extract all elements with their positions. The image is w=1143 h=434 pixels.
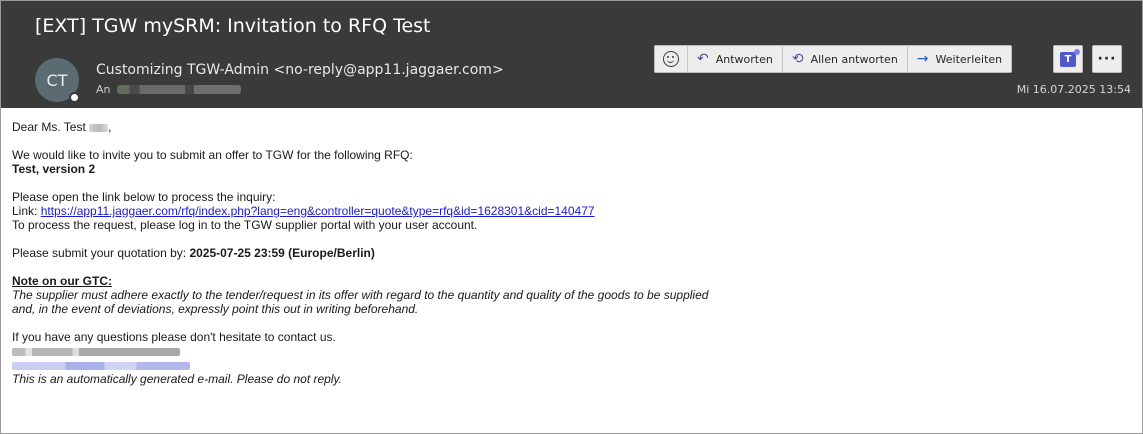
deadline-line: Please submit your quotation by: 2025-07… bbox=[12, 246, 1132, 260]
link-line: Link: https://app11.jaggaer.com/rfq/inde… bbox=[12, 204, 1132, 218]
gtc-line-1: The supplier must adhere exactly to the … bbox=[12, 288, 709, 302]
react-button[interactable] bbox=[655, 46, 687, 72]
reply-button[interactable]: ↶ Antworten bbox=[687, 46, 782, 72]
reply-all-icon: ⟲ bbox=[791, 51, 804, 67]
greeting-line: Dear Ms. Test , bbox=[12, 120, 1132, 134]
gtc-heading: Note on our GTC: bbox=[12, 274, 112, 288]
link-label: Link: bbox=[12, 204, 41, 218]
rfq-link[interactable]: https://app11.jaggaer.com/rfq/index.php?… bbox=[41, 204, 595, 218]
open-link-line: Please open the link below to process th… bbox=[12, 190, 276, 204]
received-date: Mi 16.07.2025 13:54 bbox=[1016, 83, 1131, 96]
signature-email-redacted[interactable] bbox=[12, 361, 190, 370]
recipient-label: An bbox=[96, 83, 111, 96]
questions-line: If you have any questions please don't h… bbox=[12, 330, 336, 344]
invite-line: We would like to invite you to submit an… bbox=[12, 148, 413, 162]
forward-label: Weiterleiten bbox=[935, 52, 1003, 66]
submit-prefix: Please submit your quotation by: bbox=[12, 246, 190, 260]
presence-status-icon bbox=[69, 92, 80, 103]
greeting-comma: , bbox=[108, 120, 112, 134]
more-actions-button[interactable]: ··· bbox=[1092, 45, 1122, 73]
greeting-text: Dear Ms. Test bbox=[12, 120, 86, 134]
email-reading-pane: [EXT] TGW mySRM: Invitation to RFQ Test … bbox=[0, 0, 1143, 434]
login-line: To process the request, please log in to… bbox=[12, 218, 478, 232]
email-body: Dear Ms. Test , We would like to invite … bbox=[12, 120, 1132, 386]
forward-button[interactable]: → Weiterleiten bbox=[906, 46, 1011, 72]
message-actions-toolbar: ↶ Antworten ⟲ Allen antworten → Weiterle… bbox=[654, 45, 1013, 73]
deadline-value: 2025-07-25 23:59 (Europe/Berlin) bbox=[189, 246, 375, 260]
reply-all-button[interactable]: ⟲ Allen antworten bbox=[781, 46, 907, 72]
invite-paragraph: We would like to invite you to submit an… bbox=[12, 148, 1132, 176]
reply-label: Antworten bbox=[715, 52, 773, 66]
teams-icon: T bbox=[1060, 48, 1080, 67]
recipient-redacted[interactable] bbox=[117, 85, 241, 94]
teams-button[interactable]: T bbox=[1053, 45, 1083, 73]
signature-email-line bbox=[12, 358, 1132, 372]
signature-name-line bbox=[12, 344, 1132, 358]
sender-address[interactable]: Customizing TGW-Admin <no-reply@app11.ja… bbox=[96, 62, 504, 78]
more-icon: ··· bbox=[1097, 51, 1117, 67]
auto-generated-notice: This is an automatically generated e-mai… bbox=[12, 372, 342, 386]
signature-name-redacted bbox=[12, 347, 180, 356]
email-subject: [EXT] TGW mySRM: Invitation to RFQ Test bbox=[35, 15, 431, 37]
smiley-icon bbox=[663, 51, 679, 67]
email-header: [EXT] TGW mySRM: Invitation to RFQ Test … bbox=[1, 1, 1142, 108]
gtc-paragraph: Note on our GTC: The supplier must adher… bbox=[12, 274, 1132, 316]
recipient-name-redacted bbox=[89, 123, 109, 132]
link-paragraph: Please open the link below to process th… bbox=[12, 190, 1132, 232]
gtc-line-2: and, in the event of deviations, express… bbox=[12, 302, 419, 316]
reply-all-label: Allen antworten bbox=[810, 52, 898, 66]
reply-icon: ↶ bbox=[697, 51, 709, 67]
rfq-name: Test, version 2 bbox=[12, 162, 96, 176]
forward-icon: → bbox=[916, 51, 929, 67]
closing-paragraph: If you have any questions please don't h… bbox=[12, 330, 1132, 386]
avatar-initials: CT bbox=[46, 70, 68, 90]
